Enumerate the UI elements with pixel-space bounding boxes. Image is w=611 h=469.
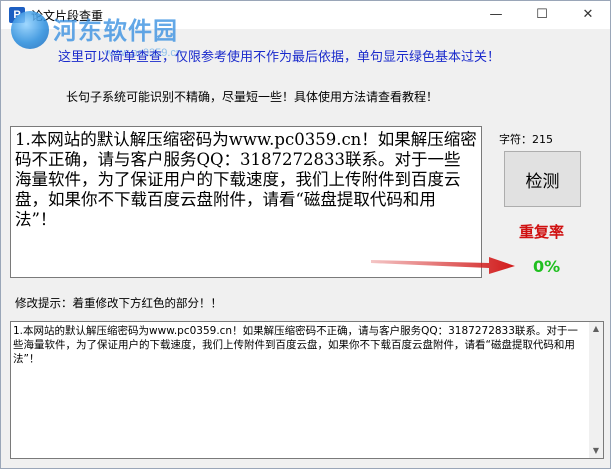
watermark-logo-icon xyxy=(11,11,49,49)
result-text: 1.本网站的默认解压缩密码为www.pc0359.cn！如果解压缩密码不正确，请… xyxy=(13,325,578,365)
red-arrow-icon xyxy=(371,257,515,274)
repeat-rate-value: 0% xyxy=(533,257,561,276)
char-count-label: 字符：215 xyxy=(499,133,553,146)
close-button[interactable]: ✕ xyxy=(565,1,611,29)
maximize-button[interactable]: ☐ xyxy=(519,1,565,29)
edit-hint: 修改提示：着重修改下方红色的部分！！ xyxy=(15,296,222,310)
app-window: P 论文片段查重 — ☐ ✕ 河东软件园 www.pc0359.cn 这里可以简… xyxy=(0,0,611,469)
watermark-brand: 河东软件园 xyxy=(53,17,178,45)
notice-line-2: 长句子系统可能识别不精确，尽量短一些！具体使用方法请查看教程！ xyxy=(66,90,439,104)
check-button[interactable]: 检测 xyxy=(504,151,581,207)
notice-line-1: 这里可以简单查查，仅限参考使用不作为最后依据，单句显示绿色基本过关！ xyxy=(58,50,501,65)
scroll-up-icon[interactable]: ▲ xyxy=(589,322,603,336)
input-text: 1.本网站的默认解压缩密码为www.pc0359.cn！如果解压缩密码不正确，请… xyxy=(15,130,477,229)
result-scrollbar[interactable]: ▲ ▼ xyxy=(589,322,603,458)
result-text-area[interactable]: 1.本网站的默认解压缩密码为www.pc0359.cn！如果解压缩密码不正确，请… xyxy=(10,321,604,459)
scroll-down-icon[interactable]: ▼ xyxy=(589,444,603,458)
repeat-rate-label: 重复率 xyxy=(519,223,565,241)
minimize-button[interactable]: — xyxy=(473,1,519,29)
